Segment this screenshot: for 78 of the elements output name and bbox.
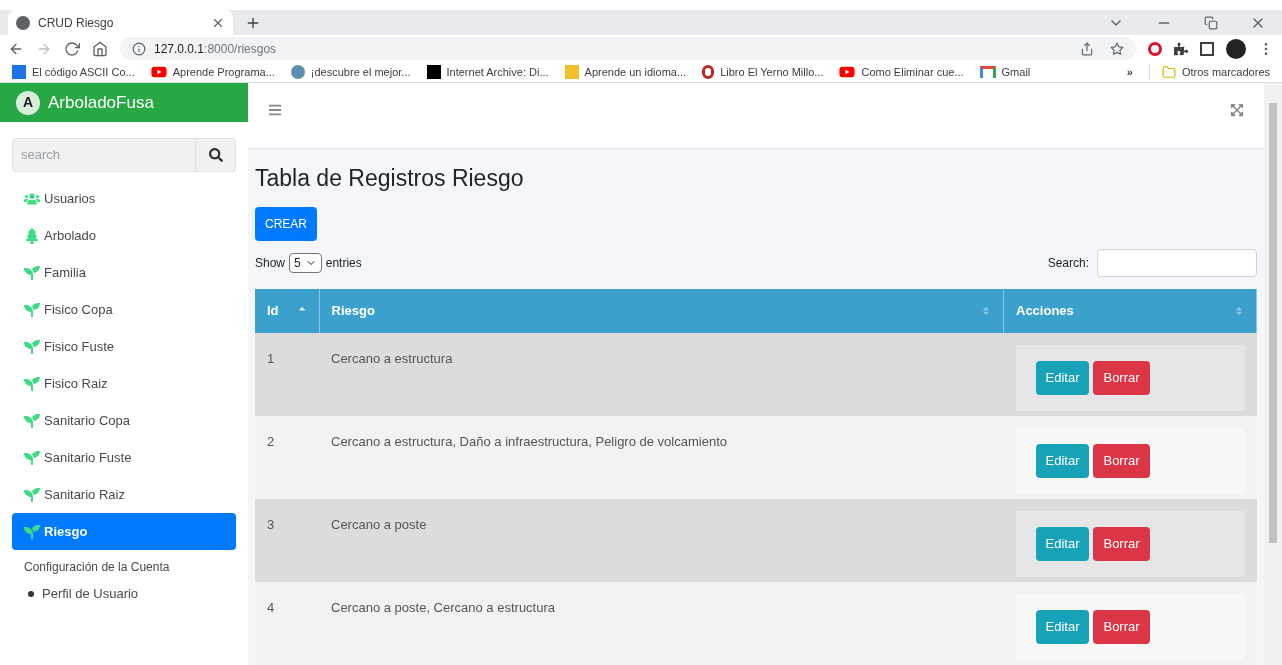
sidebar-icon[interactable] (1200, 41, 1214, 56)
video-icon (839, 64, 856, 80)
table-cell: 3 (255, 499, 319, 582)
bullet-icon (28, 590, 34, 597)
browser-tab[interactable]: CRUD Riesgo (8, 10, 233, 35)
menu-icon[interactable] (268, 103, 282, 117)
search-icon (208, 148, 223, 162)
page-size-select[interactable]: 5 (289, 253, 322, 273)
sidebar-item[interactable]: Usuarios (12, 180, 236, 217)
logo-icon: A (16, 90, 40, 115)
sidebar-item[interactable]: Fisico Fuste (12, 328, 236, 365)
sort-icon (1234, 306, 1244, 316)
sidebar-item[interactable]: Riesgo (12, 513, 236, 550)
bookmark[interactable]: Internet Archive: Di... (426, 63, 549, 81)
bookmark[interactable]: Como Eliminar cue... (839, 63, 964, 81)
tree-icon (24, 227, 40, 244)
sidebar-item[interactable]: Sanitario Fuste (12, 439, 236, 476)
fullscreen-icon[interactable] (1230, 103, 1244, 117)
puzzle-icon[interactable] (1174, 41, 1188, 56)
table-cell: 1 (255, 333, 319, 416)
sidebar-item[interactable]: Sanitario Raiz (12, 476, 236, 513)
entries-label: entries (325, 255, 362, 272)
seedling-icon (24, 375, 40, 392)
table-cell: Cercano a poste, Cercano a estructura (319, 582, 1004, 665)
search-button[interactable] (196, 138, 236, 172)
table-cell: 4 (255, 582, 319, 665)
more-bookmarks-button[interactable]: » (1126, 63, 1133, 81)
bookmark[interactable]: El código ASCII Co... (12, 63, 135, 81)
share-icon[interactable] (1080, 41, 1094, 56)
avatar-icon[interactable] (1226, 38, 1246, 59)
url-text: 127.0.0.1:8000/riesgos (154, 40, 278, 58)
restore-icon[interactable] (1204, 16, 1218, 30)
sidebar-item[interactable]: Familia (12, 254, 236, 291)
sidebar-item[interactable]: Fisico Copa (12, 291, 236, 328)
bookmark[interactable]: Aprende Programa... (150, 63, 275, 81)
brand-name: ArboladoFusa (48, 91, 154, 114)
delete-button[interactable]: Borrar (1093, 527, 1150, 561)
delete-button[interactable]: Borrar (1093, 444, 1150, 478)
seedling-icon (24, 486, 40, 503)
star-icon[interactable] (1110, 41, 1124, 56)
video-icon (150, 64, 167, 80)
section-header: Configuración de la Cuenta (23, 559, 171, 576)
page-title: Tabla de Registros Riesgo (255, 163, 525, 193)
delete-button[interactable]: Borrar (1093, 610, 1150, 644)
table-cell: Cercano a poste (319, 499, 1004, 582)
info-icon (132, 41, 146, 56)
seedling-icon (24, 523, 40, 540)
reload-icon[interactable] (64, 40, 80, 57)
sidebar-item[interactable]: Sanitario Copa (12, 402, 236, 439)
seedling-icon (24, 301, 40, 318)
show-label: Show (255, 255, 286, 272)
seedling-icon (24, 412, 40, 429)
sidebar-item[interactable]: Perfil de Usuario (0, 584, 248, 604)
home-icon[interactable] (92, 40, 108, 57)
mail-icon (979, 66, 996, 78)
seedling-icon (24, 264, 40, 281)
search-label: Search: (1047, 255, 1089, 272)
bookmark[interactable]: Gmail (979, 63, 1031, 81)
sidebar-item[interactable]: Fisico Raiz (12, 365, 236, 402)
create-button[interactable]: CREAR (255, 207, 317, 241)
bookmark[interactable]: Libro El Yerno Millo... (702, 63, 824, 81)
table-cell: Cercano a estructura, Daño a infraestructura, Peligro de volcamiento (319, 416, 1004, 499)
bookmark[interactable]: ¡descubre el mejor... (290, 63, 411, 81)
bookmark[interactable]: Aprende un idioma... (564, 63, 687, 81)
table-search-field[interactable] (1097, 249, 1257, 277)
table-cell: 2 (255, 416, 319, 499)
tab-title: CRUD Riesgo (38, 14, 115, 32)
seedling-icon (24, 338, 40, 355)
new-tab-icon[interactable] (245, 15, 261, 31)
search-field[interactable]: search (12, 138, 196, 172)
folder-icon (1161, 65, 1176, 79)
sidebar-item[interactable]: Arbolado (12, 217, 236, 254)
address-bar[interactable]: 127.0.0.1:8000/riesgos (120, 37, 1136, 60)
seedling-icon (24, 449, 40, 466)
sort-icon (981, 306, 991, 316)
table-cell: Cercano a estructura (319, 333, 1004, 416)
bookmark[interactable]: Otros marcadores (1148, 63, 1270, 81)
delete-button[interactable]: Borrar (1093, 361, 1150, 395)
